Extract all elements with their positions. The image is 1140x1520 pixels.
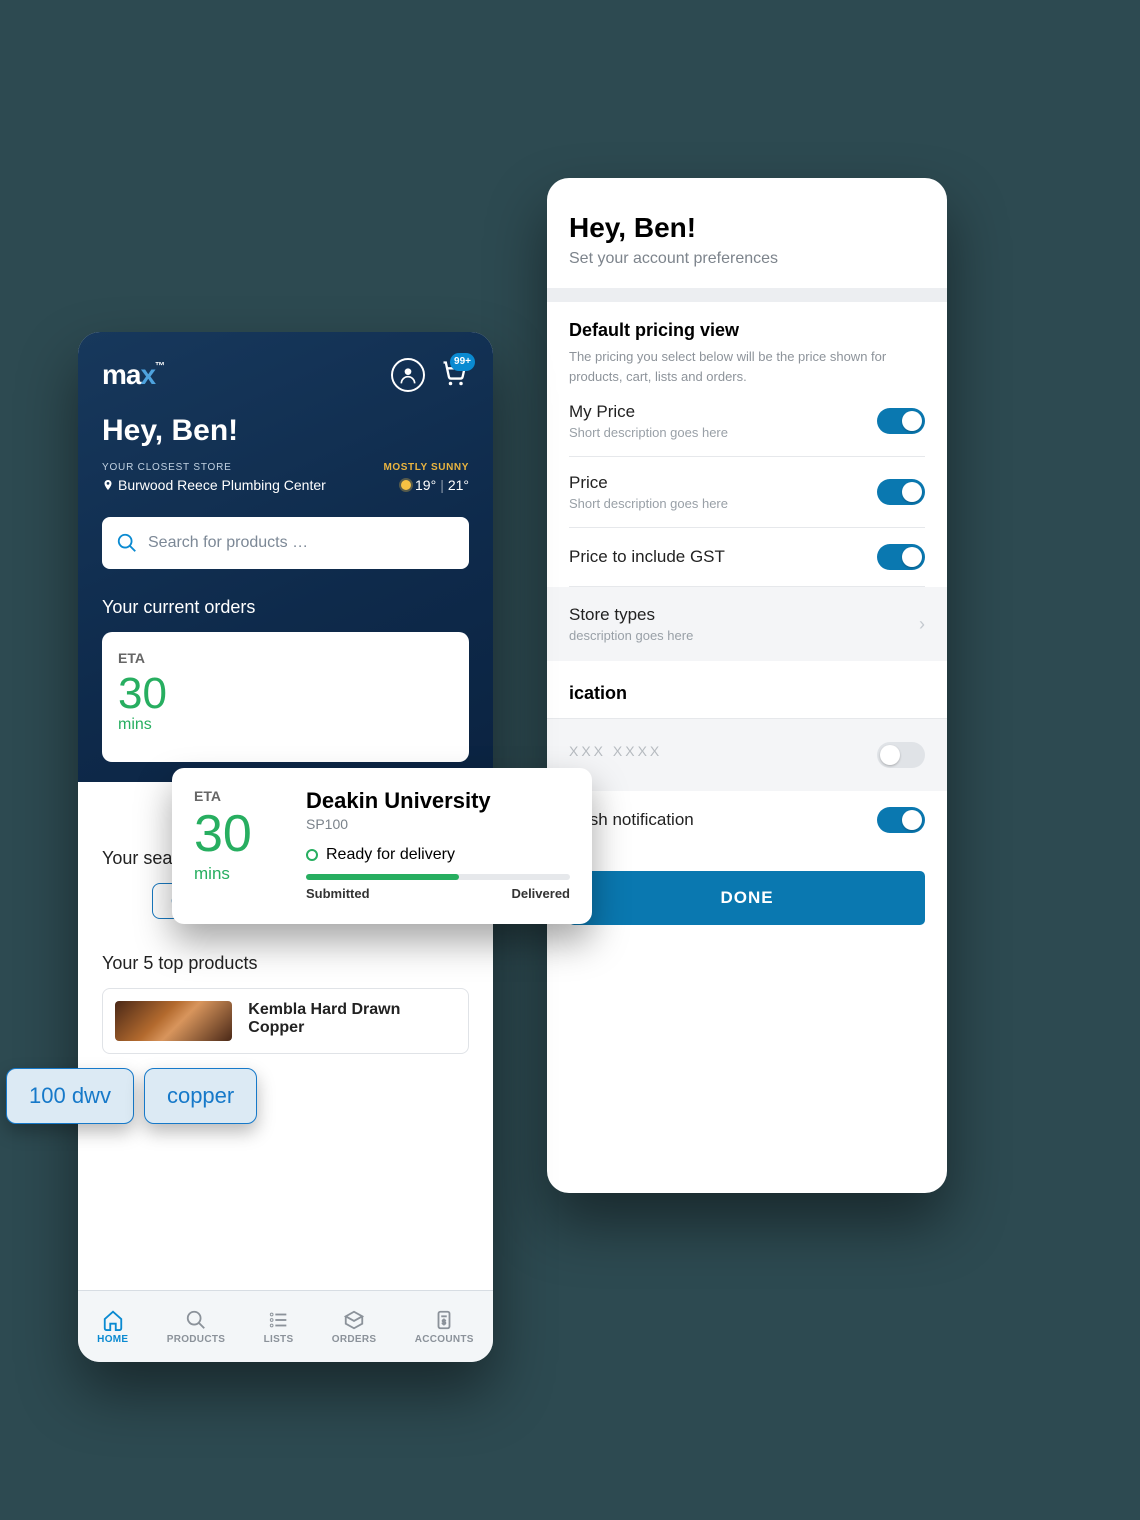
eta-value: 30 [118, 672, 453, 716]
order-detail-popup[interactable]: ETA 30 mins Deakin University SP100 Read… [172, 768, 592, 924]
search-chip-large[interactable]: copper [144, 1068, 257, 1124]
bottom-nav: HOME PRODUCTS LISTS ORDERS $ ACCOUNTS [78, 1290, 493, 1362]
progress-start: Submitted [306, 886, 370, 901]
toggle-price[interactable] [877, 479, 925, 505]
tab-accounts[interactable]: $ ACCOUNTS [415, 1309, 474, 1345]
search-placeholder: Search for products … [148, 534, 308, 552]
preferences-screen: Hey, Ben! Set your account preferences D… [547, 178, 947, 1193]
done-button[interactable]: DONE [569, 871, 925, 925]
weather-label: MOSTLY SUNNY [383, 462, 469, 473]
toggle-my-price[interactable] [877, 408, 925, 434]
eta-label: ETA [118, 650, 453, 666]
notify-disabled-row: XXX XXXX [547, 718, 947, 791]
current-orders-title: Your current orders [102, 597, 469, 618]
popup-eta-value: 30 [194, 808, 284, 860]
pricing-title: Default pricing view [569, 320, 925, 341]
progress-bar [306, 874, 570, 880]
search-icon [116, 532, 138, 554]
search-input[interactable]: Search for products … [102, 517, 469, 569]
pref-desc: Short description goes here [569, 425, 728, 440]
top-product-card[interactable]: Kembla Hard Drawn Copper [102, 988, 469, 1054]
product-name: Kembla Hard Drawn Copper [248, 1001, 456, 1041]
closest-store-name[interactable]: Burwood Reece Plumbing Center [102, 477, 326, 493]
tab-home[interactable]: HOME [97, 1309, 128, 1345]
popup-order-code: SP100 [306, 816, 570, 832]
tab-products[interactable]: PRODUCTS [167, 1309, 226, 1345]
toggle-notify-disabled[interactable] [877, 742, 925, 768]
search-chip-large[interactable]: 100 dwv [6, 1068, 134, 1124]
pref-label: My Price [569, 402, 728, 422]
home-icon [102, 1309, 124, 1331]
toggle-push[interactable] [877, 807, 925, 833]
store-types-row[interactable]: Store types description goes here › [547, 587, 947, 661]
eta-unit: mins [118, 716, 453, 734]
tab-lists[interactable]: LISTS [264, 1309, 294, 1345]
search-chip-popup: 100 dwv copper [6, 1068, 257, 1124]
closest-store-label: YOUR CLOSEST STORE [102, 462, 326, 473]
tab-orders[interactable]: ORDERS [332, 1309, 377, 1345]
pref-row-my-price: My Price Short description goes here [569, 386, 925, 457]
pref-label: Price [569, 473, 728, 493]
sun-icon [401, 480, 411, 490]
prefs-subtitle: Set your account preferences [569, 250, 925, 268]
pref-row-push: Push notification [569, 791, 925, 849]
hero: max™ 99+ Hey, Ben! YOUR CLOSEST STORE Bu… [78, 332, 493, 782]
popup-order-title: Deakin University [306, 788, 570, 814]
status-ring-icon [306, 849, 318, 861]
popup-eta-unit: mins [194, 864, 284, 884]
product-thumb [115, 1001, 232, 1041]
cart-badge: 99+ [450, 353, 475, 371]
top-products-title: Your 5 top products [102, 953, 469, 974]
pref-desc: Short description goes here [569, 496, 728, 511]
store-types-label: Store types [569, 605, 693, 625]
notification-title: ication [569, 683, 925, 704]
profile-icon[interactable] [391, 358, 425, 392]
pref-row-gst: Price to include GST [569, 528, 925, 587]
magnify-icon [185, 1309, 207, 1331]
prefs-greeting: Hey, Ben! [569, 212, 925, 244]
weather-temps: 19° | 21° [383, 477, 469, 493]
order-card-peek[interactable]: ETA 30 mins [102, 632, 469, 762]
cart-button[interactable]: 99+ [439, 359, 469, 392]
app-logo: max™ [102, 359, 164, 391]
chevron-right-icon: › [919, 614, 925, 635]
toggle-gst[interactable] [877, 544, 925, 570]
progress-end: Delivered [511, 886, 570, 901]
popup-status: Ready for delivery [326, 846, 455, 864]
pin-icon [102, 478, 114, 492]
store-types-desc: description goes here [569, 628, 693, 643]
pref-row-price: Price Short description goes here [569, 457, 925, 528]
list-icon [268, 1309, 290, 1331]
greeting: Hey, Ben! [102, 414, 469, 448]
box-icon [343, 1309, 365, 1331]
pricing-desc: The pricing you select below will be the… [569, 347, 925, 386]
svg-text:$: $ [442, 1317, 446, 1326]
pref-label: Price to include GST [569, 547, 725, 567]
popup-eta-label: ETA [194, 788, 284, 804]
receipt-icon: $ [433, 1309, 455, 1331]
